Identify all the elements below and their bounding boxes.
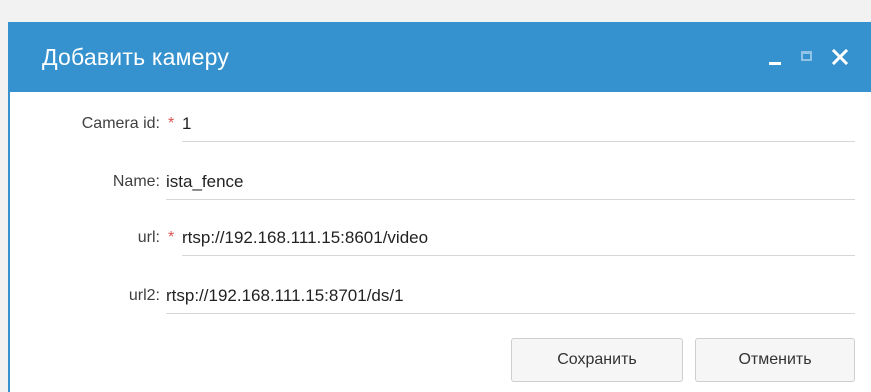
required-marker: *: [168, 229, 175, 246]
url2-input[interactable]: [166, 278, 855, 314]
dialog-titlebar[interactable]: Добавить камеру: [10, 22, 871, 92]
field-row-url2: url2:: [10, 268, 855, 324]
maximize-icon[interactable]: [799, 48, 817, 66]
minimize-icon[interactable]: [767, 48, 785, 66]
cancel-button[interactable]: Отменить: [695, 338, 855, 382]
name-label: Name:: [112, 173, 160, 190]
camera-id-input[interactable]: [182, 106, 855, 142]
close-icon[interactable]: [831, 48, 849, 66]
camera-id-label: Camera id:: [81, 115, 160, 132]
window-tools: [767, 44, 849, 70]
add-camera-dialog: Добавить камеру Camera id: * Name: url: …: [8, 22, 871, 392]
dialog-buttons: Сохранить Отменить: [511, 338, 855, 382]
name-input[interactable]: [166, 164, 855, 200]
field-row-camera-id: Camera id: *: [10, 96, 855, 152]
field-row-url: url: *: [10, 210, 855, 266]
dialog-title: Добавить камеру: [42, 44, 230, 70]
save-button[interactable]: Сохранить: [511, 338, 683, 382]
required-marker: *: [168, 115, 175, 132]
field-row-name: Name:: [10, 154, 855, 210]
dialog-body: Camera id: * Name: url: * url2: Сохранит…: [10, 92, 871, 392]
url-label: url:: [137, 229, 160, 246]
url2-label: url2:: [128, 287, 160, 304]
url-input[interactable]: [182, 220, 855, 256]
